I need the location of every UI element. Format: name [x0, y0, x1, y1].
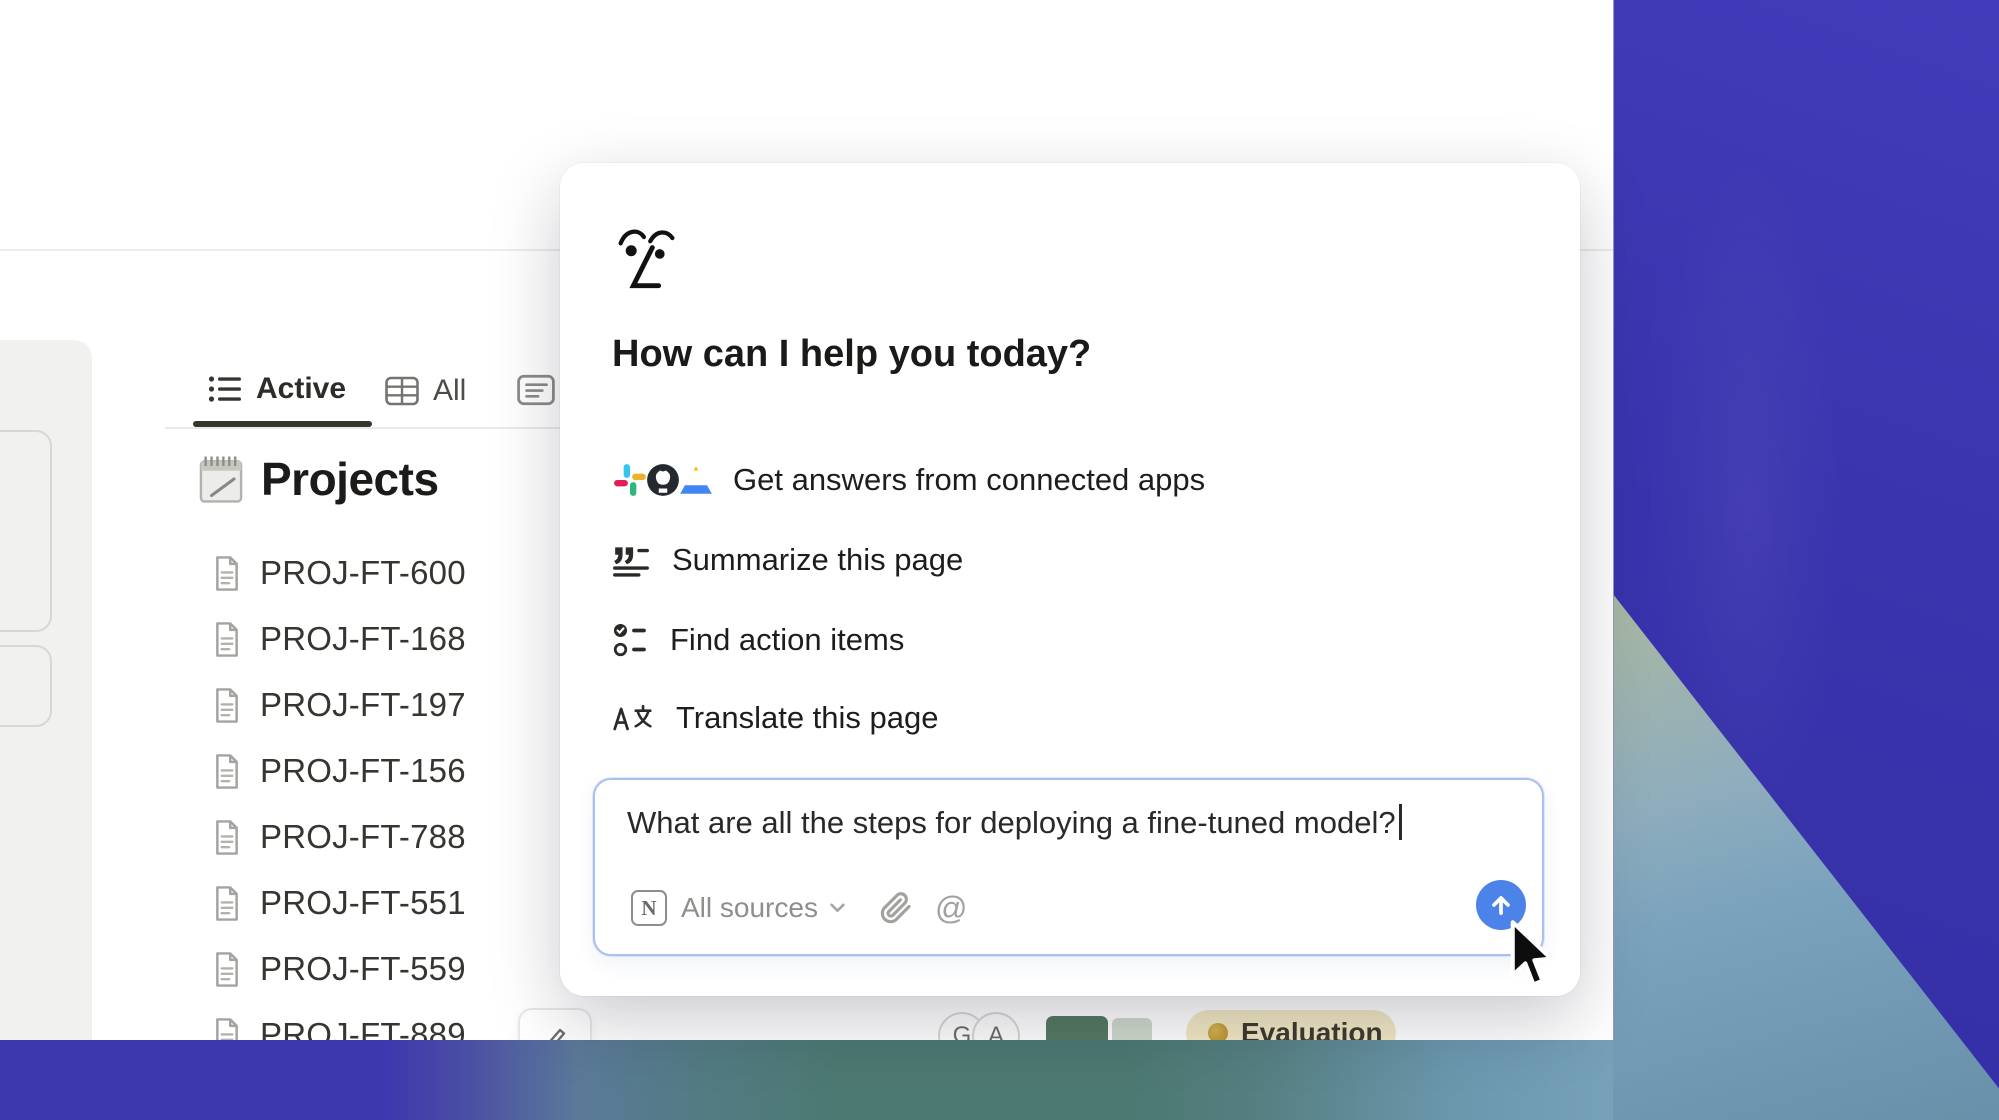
project-title: PROJ-FT-168: [260, 620, 466, 658]
at-mention-icon[interactable]: @: [935, 892, 967, 924]
connected-apps-icons: [612, 462, 711, 498]
page-icon: [212, 753, 242, 790]
project-title: PROJ-FT-197: [260, 686, 466, 724]
tab-label: All: [433, 374, 466, 408]
page-icon: [212, 819, 242, 856]
project-row[interactable]: PROJ-FT-889: [212, 1013, 466, 1040]
github-icon: [645, 462, 681, 498]
avatar-initial: A: [988, 1022, 1004, 1040]
project-row[interactable]: PROJ-FT-600: [212, 551, 466, 595]
project-row[interactable]: PROJ-FT-197: [212, 683, 466, 727]
table-view-icon: [385, 376, 419, 406]
notion-logo-icon: N: [631, 890, 667, 926]
notepad-icon: [197, 453, 245, 505]
pencil-icon: [540, 1022, 570, 1040]
project-row[interactable]: PROJ-FT-788: [212, 815, 466, 859]
tag-label: Evaluation: [1241, 1017, 1383, 1040]
feed-view-icon: [517, 374, 555, 406]
project-row[interactable]: PROJ-FT-559: [212, 947, 466, 991]
tag-dot-icon: [1208, 1023, 1228, 1040]
menu-item-label: Get answers from connected apps: [733, 462, 1205, 498]
google-drive-icon: [678, 463, 714, 497]
menu-item-label: Find action items: [670, 622, 904, 658]
left-panel: [0, 340, 92, 1040]
list-view-icon: [208, 374, 242, 404]
mouse-cursor: [1506, 920, 1560, 992]
project-row[interactable]: PROJ-FT-551: [212, 881, 466, 925]
project-row[interactable]: PROJ-FT-168: [212, 617, 466, 661]
slack-icon: [612, 462, 648, 498]
project-title: PROJ-FT-551: [260, 884, 466, 922]
project-row[interactable]: PROJ-FT-156: [212, 749, 466, 793]
menu-item-action-items[interactable]: Find action items: [612, 608, 904, 672]
menu-item-label: Summarize this page: [672, 542, 963, 578]
chevron-down-icon[interactable]: [830, 903, 845, 913]
checklist-icon: [612, 621, 648, 659]
page-title: Projects: [197, 452, 439, 506]
ai-greeting-heading: How can I help you today?: [612, 333, 1091, 376]
summarize-icon: [612, 543, 650, 577]
notion-ai-dialog: How can I help you today? Get answers fr…: [560, 163, 1580, 996]
page-icon: [212, 1017, 242, 1041]
menu-item-connected-apps[interactable]: Get answers from connected apps: [612, 448, 1205, 512]
page-icon: [212, 621, 242, 658]
page-icon: [212, 951, 242, 988]
desktop: Active All Projects PROJ-FT-600 PROJ-FT-…: [0, 0, 1999, 1120]
page-icon: [212, 687, 242, 724]
menu-item-label: Translate this page: [676, 700, 939, 736]
notion-ai-face-icon: [612, 218, 680, 292]
menu-item-translate[interactable]: Translate this page: [612, 686, 939, 750]
text-caret: [1399, 804, 1402, 840]
tab-bar-divider: [165, 427, 562, 429]
tab-label: Active: [256, 372, 346, 406]
panel-card[interactable]: [0, 430, 52, 632]
project-title: PROJ-FT-156: [260, 752, 466, 790]
desktop-wallpaper-strip: [0, 1040, 1613, 1120]
page-title-text: Projects: [261, 452, 439, 506]
avatar-initial: G: [953, 1022, 972, 1040]
input-toolbar: N All sources @: [631, 890, 967, 926]
menu-item-summarize[interactable]: Summarize this page: [612, 528, 963, 592]
status-block: [1112, 1018, 1152, 1040]
project-title: PROJ-FT-559: [260, 950, 466, 988]
panel-card[interactable]: [0, 645, 52, 727]
status-block: [1046, 1016, 1108, 1040]
tab-feed-view[interactable]: [517, 374, 555, 406]
page-icon: [212, 555, 242, 592]
project-title: PROJ-FT-788: [260, 818, 466, 856]
ai-prompt-text: What are all the steps for deploying a f…: [627, 804, 1402, 841]
arrow-up-icon: [1488, 892, 1514, 918]
ai-prompt-input[interactable]: What are all the steps for deploying a f…: [593, 778, 1544, 956]
avatar[interactable]: A: [972, 1012, 1020, 1040]
sources-dropdown[interactable]: All sources: [681, 892, 818, 924]
translate-icon: [612, 703, 654, 733]
page-icon: [212, 885, 242, 922]
tab-all-view[interactable]: All: [385, 374, 466, 408]
project-title: PROJ-FT-600: [260, 554, 466, 592]
project-title: PROJ-FT-889: [260, 1016, 466, 1040]
evaluation-tag[interactable]: Evaluation: [1186, 1010, 1396, 1040]
tab-active-view[interactable]: Active: [208, 372, 346, 406]
paperclip-icon[interactable]: [877, 890, 913, 926]
edit-button[interactable]: [518, 1008, 592, 1040]
